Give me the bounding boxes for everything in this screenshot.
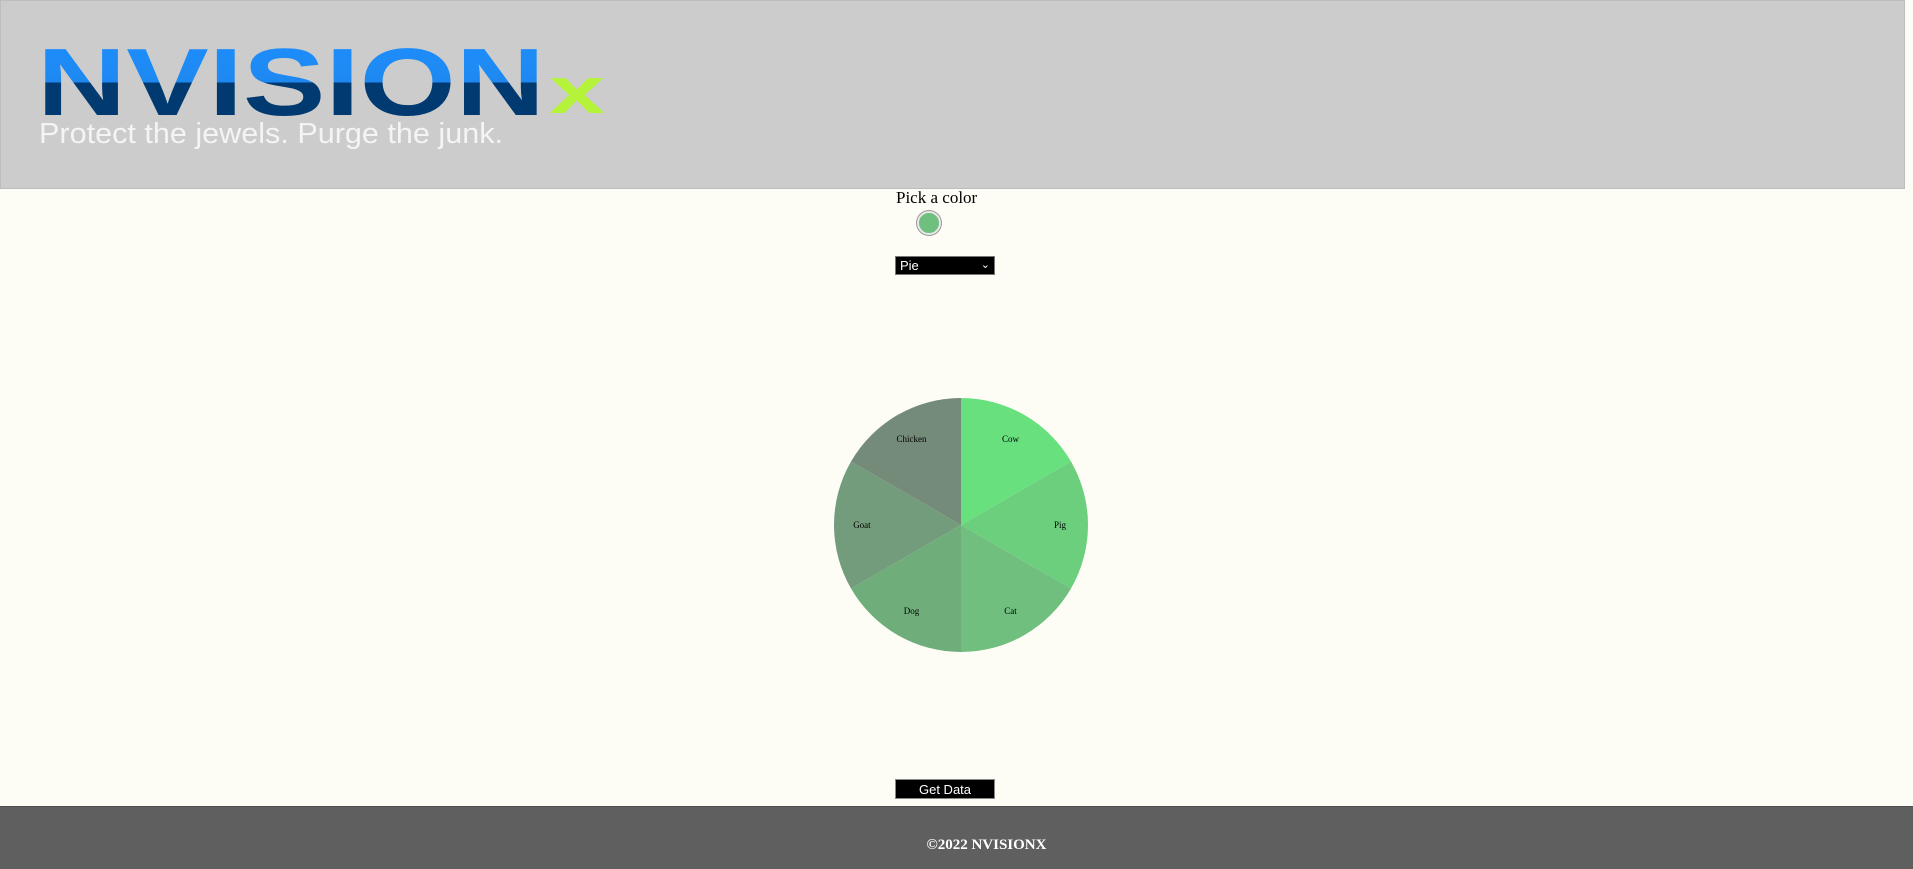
logo-x-mark: x [549, 53, 605, 127]
nvisionx-logo[interactable]: NVISION x Protect the jewels. Purge the … [35, 33, 615, 153]
get-data-button[interactable]: Get Data [895, 779, 995, 799]
chart-type-select[interactable]: Pie ⌄ [895, 256, 995, 275]
page-header: NVISION x Protect the jewels. Purge the … [0, 0, 1905, 189]
logo-tagline: Protect the jewels. Purge the junk. [39, 118, 503, 150]
chart-type-selected: Pie [900, 258, 919, 273]
pie-label-cat: Cat [1004, 606, 1017, 616]
chevron-down-icon: ⌄ [980, 259, 990, 271]
pie-label-chicken: Chicken [896, 434, 926, 444]
pie-chart: Cow Pig Cat Dog Goat Chicken [834, 398, 1088, 652]
pie-label-pig: Pig [1054, 520, 1067, 530]
color-picker-swatch[interactable] [917, 211, 941, 235]
pie-label-goat: Goat [853, 520, 871, 530]
footer-copyright: ©2022 NVISIONX [926, 837, 1047, 853]
page-footer: ©2022 NVISIONX [0, 806, 1913, 869]
pie-label-cow: Cow [1002, 434, 1020, 444]
pie-label-dog: Dog [904, 606, 920, 616]
color-picker-label: Pick a color [896, 188, 978, 207]
